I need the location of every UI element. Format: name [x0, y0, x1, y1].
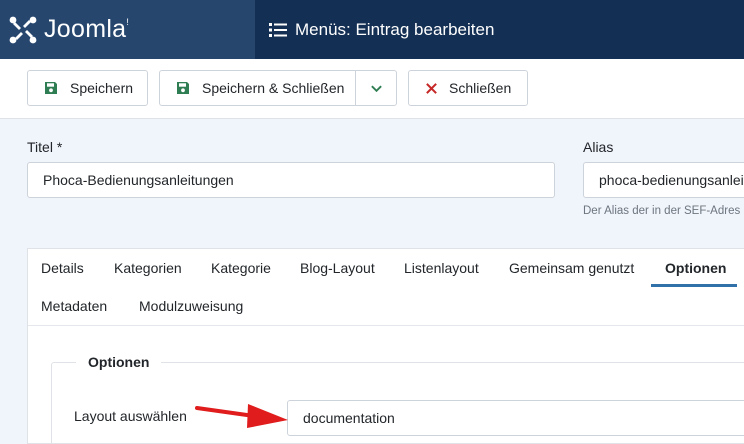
list-icon — [269, 22, 287, 37]
alias-label: Alias — [583, 139, 614, 155]
toolbar: Speichern Speichern & Schließen Schließe… — [0, 59, 744, 119]
title-input[interactable]: Phoca-Bedienungsanleitungen — [27, 162, 555, 198]
brand-name: Joomla! — [44, 15, 130, 43]
brand-area[interactable]: Joomla! — [0, 0, 255, 59]
page-title: Menüs: Eintrag bearbeiten — [268, 0, 494, 59]
alias-hint: Der Alias der in der SEF-Adres — [583, 205, 741, 217]
page-title-text: Menüs: Eintrag bearbeiten — [295, 19, 495, 39]
save-button-label: Speichern — [70, 80, 134, 96]
save-options-dropdown-button[interactable] — [355, 71, 396, 105]
close-icon — [426, 82, 437, 94]
active-tab-indicator — [651, 284, 737, 287]
layout-select[interactable]: documentation — [287, 400, 744, 436]
joomla-logo-icon — [9, 16, 37, 43]
layout-select-label: Layout auswählen — [74, 408, 187, 424]
save-icon — [177, 82, 189, 94]
alias-input[interactable]: phoca-bedienungsanleit — [583, 162, 744, 198]
tab-blog-layout[interactable]: Blog-Layout — [300, 260, 375, 276]
tab-kategorie[interactable]: Kategorie — [211, 260, 271, 276]
tab-details[interactable]: Details — [41, 260, 84, 276]
tab-optionen[interactable]: Optionen — [665, 260, 726, 276]
close-button[interactable]: Schließen — [408, 70, 528, 106]
save-button[interactable]: Speichern — [27, 70, 148, 106]
tab-modulzuweisung[interactable]: Modulzuweisung — [139, 298, 243, 314]
tabs-divider — [28, 325, 744, 326]
tab-listenlayout[interactable]: Listenlayout — [404, 260, 479, 276]
save-close-button[interactable]: Speichern & Schließen — [159, 70, 397, 106]
chevron-down-icon — [370, 85, 382, 92]
title-label: Titel * — [27, 139, 63, 155]
tab-metadaten[interactable]: Metadaten — [41, 298, 107, 314]
annotation-arrow-icon — [195, 404, 288, 428]
close-button-label: Schließen — [449, 80, 512, 96]
save-close-button-label: Speichern & Schließen — [202, 80, 345, 96]
save-icon — [45, 82, 57, 94]
options-legend: Optionen — [76, 354, 162, 370]
tab-kategorien[interactable]: Kategorien — [114, 260, 182, 276]
header-bar: Joomla! Menüs: Eintrag bearbeiten — [0, 0, 744, 59]
tab-gemeinsam-genutzt[interactable]: Gemeinsam genutzt — [509, 260, 634, 276]
